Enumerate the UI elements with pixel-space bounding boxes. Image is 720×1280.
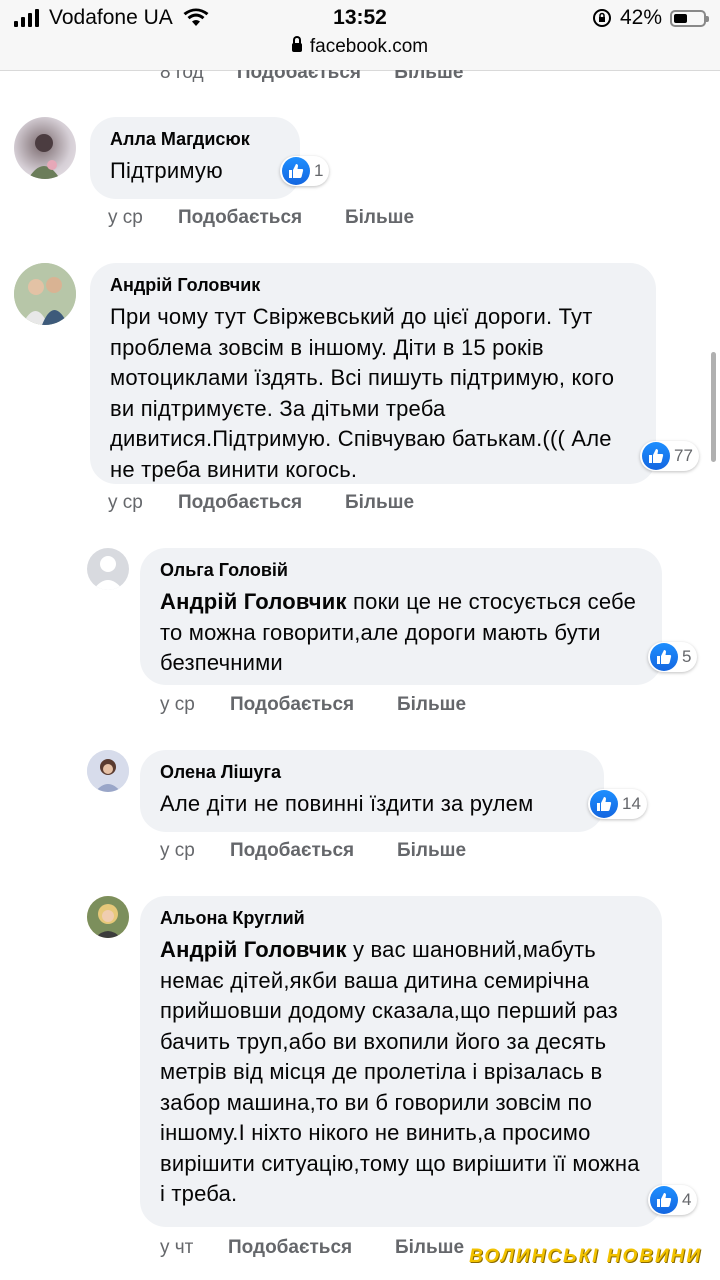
comment-meta: у чт Подобається Більше	[160, 1237, 464, 1259]
avatar[interactable]	[14, 263, 76, 325]
reaction-number: 14	[622, 794, 641, 813]
reaction-number: 5	[682, 647, 692, 666]
comment-text: Але діти не повинні їздити за рулем	[160, 791, 534, 816]
more-action[interactable]: Більше	[395, 1237, 464, 1259]
avatar[interactable]	[87, 896, 129, 938]
reaction-count[interactable]: 4	[648, 1185, 698, 1215]
more-action[interactable]: Більше	[345, 492, 414, 514]
battery-percent: 42%	[619, 6, 662, 29]
comment-text: Андрій Головчик у вас шановний,мабуть не…	[160, 937, 640, 1206]
reaction-count[interactable]: 5	[648, 642, 698, 672]
reaction-number: 1	[314, 161, 324, 180]
more-action[interactable]: Більше	[345, 207, 414, 229]
more-action[interactable]: Більше	[397, 840, 466, 862]
reaction-count[interactable]: 77	[640, 441, 699, 471]
comment-meta: у ср Подобається Більше	[108, 492, 414, 514]
comment-author[interactable]: Андрій Головчик	[110, 275, 636, 296]
comment-author[interactable]: Алла Магдисюк	[110, 129, 280, 150]
reaction-number: 77	[674, 446, 693, 465]
comment-bubble: Ольга Головій Андрій Головчик поки це не…	[140, 548, 662, 685]
comment-time: у ср	[160, 694, 195, 715]
like-reaction-icon	[590, 790, 618, 818]
comment-author[interactable]: Олена Лішуга	[160, 762, 584, 783]
avatar[interactable]	[87, 548, 129, 590]
orientation-lock-icon	[592, 9, 611, 27]
like-reaction-icon	[282, 157, 310, 185]
watermark-logo: ВОЛИНСЬКІ НОВИНИ	[469, 1246, 702, 1267]
reaction-number: 4	[682, 1190, 692, 1209]
more-action[interactable]: Більше	[397, 694, 466, 716]
like-action[interactable]: Подобається	[230, 840, 397, 862]
comment-author[interactable]: Альона Круглий	[160, 908, 642, 929]
like-reaction-icon	[642, 442, 670, 470]
comment-text: При чому тут Свіржевський до цієї дороги…	[110, 304, 615, 482]
comment-time: у ср	[108, 492, 143, 513]
like-reaction-icon	[650, 1186, 678, 1214]
comment-author[interactable]: Ольга Головій	[160, 560, 642, 581]
comment-time: у чт	[160, 1237, 194, 1258]
comment-meta: у ср Подобається Більше	[160, 694, 466, 716]
comment-bubble: Олена Лішуга Але діти не повинні їздити …	[140, 750, 604, 832]
mention-link[interactable]: Андрій Головчик	[160, 589, 347, 614]
like-action[interactable]: Подобається	[230, 694, 397, 716]
avatar[interactable]	[14, 117, 76, 179]
mention-link[interactable]: Андрій Головчик	[160, 937, 347, 962]
scrollbar[interactable]	[711, 352, 716, 462]
lock-icon	[291, 36, 302, 52]
url-text: facebook.com	[309, 36, 429, 57]
comment-bubble: Андрій Головчик При чому тут Свіржевськи…	[90, 263, 656, 484]
battery-icon	[670, 9, 709, 27]
comment-bubble: Алла Магдисюк Підтримую	[90, 117, 300, 199]
address-bar[interactable]: facebook.com	[0, 36, 720, 58]
comment-text: Підтримую	[110, 158, 223, 183]
avatar[interactable]	[87, 750, 129, 792]
comment-meta: у ср Подобається Більше	[108, 207, 414, 229]
like-action[interactable]: Подобається	[228, 1237, 395, 1259]
reaction-count[interactable]: 14	[588, 789, 647, 819]
comment-time: у ср	[108, 207, 143, 228]
comment-text: Андрій Головчик поки це не стосується се…	[160, 589, 637, 675]
like-action[interactable]: Подобається	[178, 207, 345, 229]
like-reaction-icon	[650, 643, 678, 671]
like-action[interactable]: Подобається	[178, 492, 345, 514]
comment-time: у ср	[160, 840, 195, 861]
comment-bubble: Альона Круглий Андрій Головчик у вас шан…	[140, 896, 662, 1227]
comment-meta: у ср Подобається Більше	[160, 840, 466, 862]
status-bar: Vodafone UA 13:52 42% facebook.com	[0, 0, 720, 71]
reaction-count[interactable]: 1	[280, 156, 330, 186]
